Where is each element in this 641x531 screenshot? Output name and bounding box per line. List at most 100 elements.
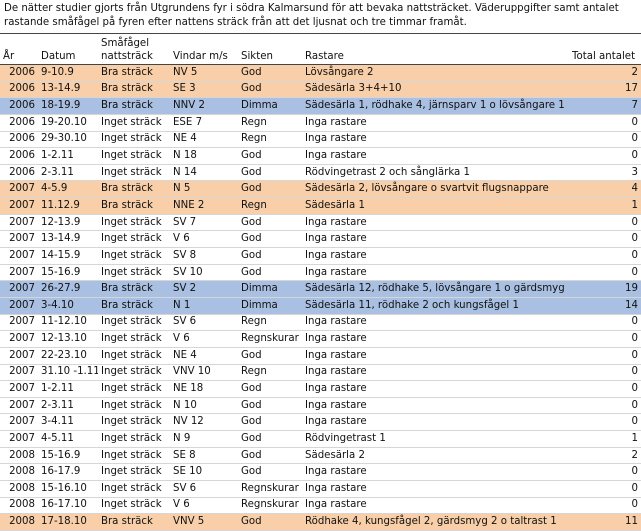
cell-total[interactable]: 0 — [569, 314, 641, 332]
cell-rastare[interactable]: Inga rastare — [302, 214, 569, 232]
cell-year[interactable]: 2006 — [0, 64, 38, 82]
cell-total[interactable]: 17 — [569, 81, 641, 99]
cell-date[interactable]: 3-4.11 — [38, 413, 98, 432]
cell-sight[interactable]: Regn — [238, 314, 302, 332]
cell-rastare[interactable]: Sädesärla 1, rödhake 4, järnsparv 1 o lö… — [302, 97, 569, 115]
cell-rastare[interactable]: Lövsångare 2 — [302, 64, 569, 82]
cell-date[interactable]: 18-19.9 — [38, 97, 98, 115]
cell-wind[interactable]: NE 18 — [170, 380, 238, 398]
cell-rastare[interactable]: Inga rastare — [302, 463, 569, 482]
cell-sight[interactable]: God — [238, 264, 302, 282]
cell-date[interactable]: 2-3.11 — [38, 164, 98, 182]
cell-date[interactable]: 15-16.9 — [38, 264, 98, 282]
cell-date[interactable]: 4-5.9 — [38, 180, 98, 199]
cell-year[interactable]: 2007 — [0, 264, 38, 282]
cell-year[interactable]: 2008 — [0, 463, 38, 482]
cell-sight[interactable]: God — [238, 430, 302, 448]
cell-nattstrack[interactable]: Bra sträck — [98, 180, 170, 199]
cell-sight[interactable]: God — [238, 64, 302, 82]
cell-rastare[interactable]: Sädesärla 1 — [302, 197, 569, 215]
cell-year[interactable]: 2007 — [0, 397, 38, 415]
cell-nattstrack[interactable]: Bra sträck — [98, 97, 170, 115]
cell-rastare[interactable]: Sädesärla 12, rödhake 5, lövsångare 1 o … — [302, 280, 569, 298]
cell-nattstrack[interactable]: Inget sträck — [98, 447, 170, 465]
cell-nattstrack[interactable]: Inget sträck — [98, 330, 170, 348]
cell-wind[interactable]: N 9 — [170, 430, 238, 448]
cell-total[interactable]: 0 — [569, 480, 641, 498]
cell-rastare[interactable]: Inga rastare — [302, 314, 569, 332]
cell-wind[interactable]: VNV 10 — [170, 364, 238, 382]
cell-sight[interactable]: God — [238, 230, 302, 249]
cell-year[interactable]: 2007 — [0, 180, 38, 199]
cell-date[interactable]: 15-16.9 — [38, 447, 98, 465]
cell-year[interactable]: 2007 — [0, 214, 38, 232]
header-wind[interactable]: Vindar m/s — [170, 34, 238, 65]
cell-sight[interactable]: Regn — [238, 114, 302, 132]
cell-total[interactable]: 1 — [569, 430, 641, 448]
cell-sight[interactable]: God — [238, 180, 302, 199]
cell-nattstrack[interactable]: Inget sträck — [98, 347, 170, 365]
cell-sight[interactable]: God — [238, 347, 302, 365]
cell-sight[interactable]: God — [238, 447, 302, 465]
cell-sight[interactable]: Regnskurar — [238, 330, 302, 348]
cell-nattstrack[interactable]: Inget sträck — [98, 497, 170, 515]
cell-rastare[interactable]: Inga rastare — [302, 347, 569, 365]
cell-year[interactable]: 2007 — [0, 413, 38, 432]
cell-total[interactable]: 0 — [569, 247, 641, 265]
cell-total[interactable]: 2 — [569, 64, 641, 82]
cell-year[interactable]: 2006 — [0, 164, 38, 182]
cell-sight[interactable]: Regnskurar — [238, 480, 302, 498]
cell-total[interactable]: 0 — [569, 214, 641, 232]
cell-nattstrack[interactable]: Inget sträck — [98, 430, 170, 448]
cell-total[interactable]: 0 — [569, 364, 641, 382]
cell-total[interactable]: 4 — [569, 180, 641, 199]
cell-wind[interactable]: SE 10 — [170, 463, 238, 482]
intro-text[interactable]: De nätter studier gjorts från Utgrundens… — [0, 0, 641, 34]
cell-wind[interactable]: SE 8 — [170, 447, 238, 465]
cell-date[interactable]: 16-17.10 — [38, 497, 98, 515]
cell-wind[interactable]: SV 7 — [170, 214, 238, 232]
cell-nattstrack[interactable]: Bra sträck — [98, 81, 170, 99]
cell-total[interactable]: 0 — [569, 230, 641, 249]
cell-nattstrack[interactable]: Inget sträck — [98, 247, 170, 265]
cell-sight[interactable]: God — [238, 513, 302, 531]
cell-sight[interactable]: God — [238, 214, 302, 232]
cell-wind[interactable]: V 6 — [170, 497, 238, 515]
cell-year[interactable]: 2008 — [0, 497, 38, 515]
cell-rastare[interactable]: Sädesärla 2 — [302, 447, 569, 465]
header-nattstrack[interactable]: Småfågel nattsträck — [98, 34, 170, 65]
cell-date[interactable]: 11-12.10 — [38, 314, 98, 332]
cell-rastare[interactable]: Inga rastare — [302, 247, 569, 265]
cell-total[interactable]: 0 — [569, 347, 641, 365]
cell-sight[interactable]: Dimma — [238, 97, 302, 115]
cell-total[interactable]: 0 — [569, 497, 641, 515]
cell-date[interactable]: 17-18.10 — [38, 513, 98, 531]
cell-total[interactable]: 0 — [569, 147, 641, 165]
cell-total[interactable]: 0 — [569, 380, 641, 398]
cell-year[interactable]: 2008 — [0, 447, 38, 465]
cell-date[interactable]: 1-2.11 — [38, 380, 98, 398]
cell-year[interactable]: 2006 — [0, 131, 38, 149]
cell-nattstrack[interactable]: Inget sträck — [98, 314, 170, 332]
cell-date[interactable]: 22-23.10 — [38, 347, 98, 365]
cell-sight[interactable]: Regnskurar — [238, 497, 302, 515]
cell-sight[interactable]: Regn — [238, 364, 302, 382]
cell-wind[interactable]: ESE 7 — [170, 114, 238, 132]
cell-date[interactable]: 14-15.9 — [38, 247, 98, 265]
cell-sight[interactable]: God — [238, 413, 302, 432]
cell-sight[interactable]: Regn — [238, 131, 302, 149]
cell-sight[interactable]: Regn — [238, 197, 302, 215]
cell-date[interactable]: 16-17.9 — [38, 463, 98, 482]
cell-wind[interactable]: V 6 — [170, 330, 238, 348]
cell-nattstrack[interactable]: Inget sträck — [98, 114, 170, 132]
cell-nattstrack[interactable]: Inget sträck — [98, 413, 170, 432]
cell-sight[interactable]: God — [238, 463, 302, 482]
header-date[interactable]: Datum — [38, 34, 98, 65]
cell-sight[interactable]: God — [238, 147, 302, 165]
cell-year[interactable]: 2007 — [0, 297, 38, 315]
cell-rastare[interactable]: Inga rastare — [302, 380, 569, 398]
cell-date[interactable]: 4-5.11 — [38, 430, 98, 448]
cell-year[interactable]: 2006 — [0, 97, 38, 115]
cell-wind[interactable]: VNV 5 — [170, 513, 238, 531]
cell-year[interactable]: 2007 — [0, 314, 38, 332]
